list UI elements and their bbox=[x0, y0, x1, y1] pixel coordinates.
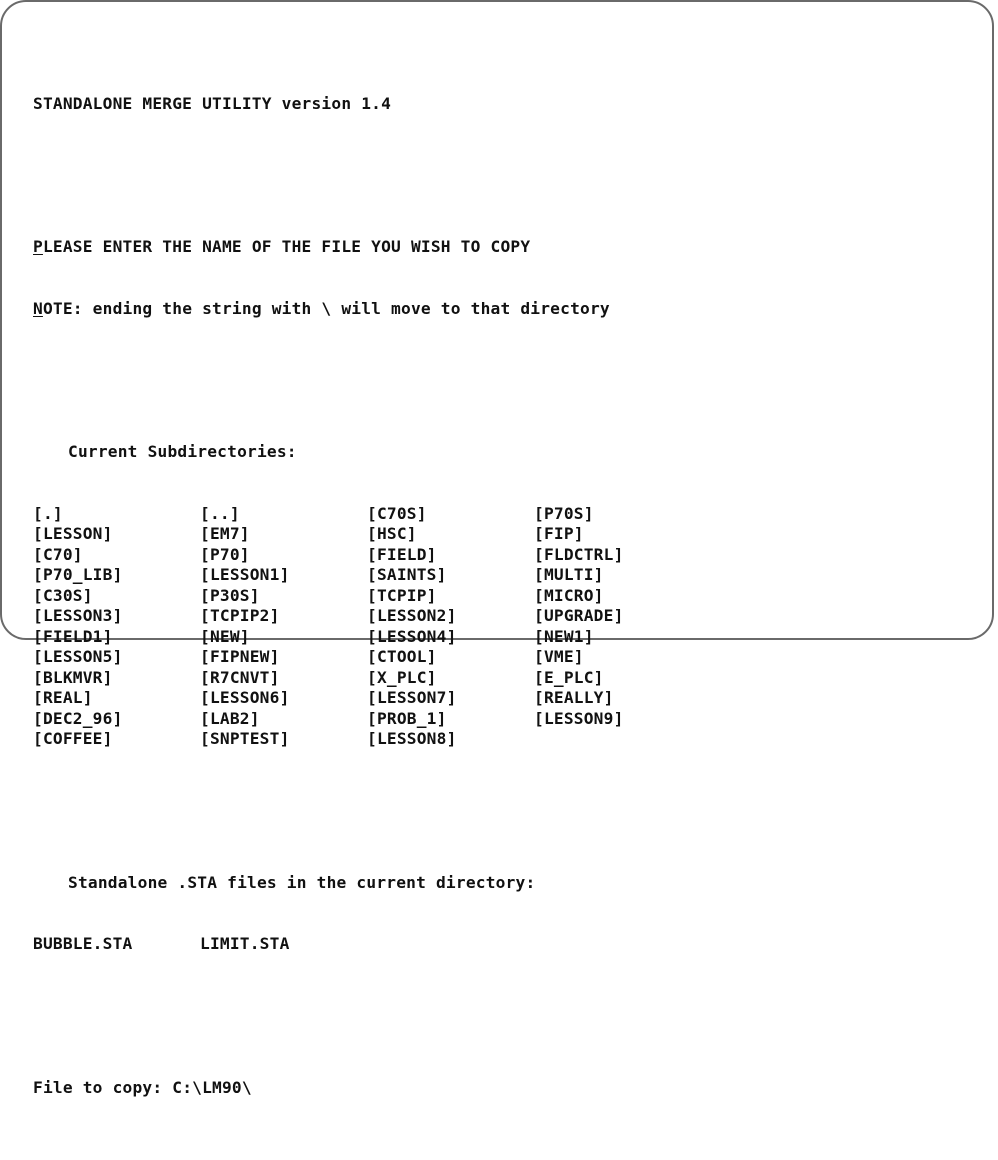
subdirectory-item[interactable]: [LAB2] bbox=[200, 709, 367, 730]
subdirectory-list: [.] [..] [C70S] [P70S] [LESSON] [EM7] [HSC] [FI… bbox=[33, 504, 701, 750]
subdirectory-item[interactable]: [DEC2_96] bbox=[33, 709, 200, 730]
prompt-line-2-rest: OTE: ending the string with \ will move … bbox=[42, 298, 610, 318]
subdirectory-item[interactable]: [FIP] bbox=[534, 524, 701, 545]
sta-file-item[interactable]: LIMIT.STA bbox=[200, 934, 367, 955]
subdirectory-item[interactable]: [HSC] bbox=[367, 524, 534, 545]
file-input-line: File to copy: C:\LM90\ bbox=[33, 1078, 701, 1099]
subdirectory-item[interactable]: [TCPIP2] bbox=[200, 606, 367, 627]
subdirectory-item[interactable]: [LESSON] bbox=[33, 524, 200, 545]
subdirectory-item[interactable]: [MICRO] bbox=[534, 586, 701, 607]
subdirectory-item[interactable]: [X_PLC] bbox=[367, 668, 534, 689]
subdirectory-item[interactable]: [UPGRADE] bbox=[534, 606, 701, 627]
subdirectory-item[interactable]: [LESSON9] bbox=[534, 709, 701, 730]
subdirectory-item[interactable]: [C70] bbox=[33, 545, 200, 566]
prompt-line-2-first-char: N bbox=[33, 298, 43, 318]
subdirectory-item[interactable]: [LESSON2] bbox=[367, 606, 534, 627]
subdirectory-item[interactable]: [E_PLC] bbox=[534, 668, 701, 689]
sta-file-list: BUBBLE.STA LIMIT.STA bbox=[33, 934, 701, 955]
subdirectory-item[interactable]: [PROB_1] bbox=[367, 709, 534, 730]
console-output: STANDALONE MERGE UTILITY version 1.4 PLE… bbox=[33, 32, 701, 1160]
subdirectory-item[interactable]: [.] bbox=[33, 504, 200, 525]
subdirectory-item[interactable]: [..] bbox=[200, 504, 367, 525]
subdirectory-item[interactable]: [R7CNVT] bbox=[200, 668, 367, 689]
subdirectory-item[interactable]: [REAL] bbox=[33, 688, 200, 709]
subdirectories-heading: Current Subdirectories: bbox=[68, 442, 297, 461]
subdirectory-item[interactable]: [SNPTEST] bbox=[200, 729, 367, 750]
subdirectory-item[interactable]: [REALLY] bbox=[534, 688, 701, 709]
subdirectory-item[interactable]: [P70] bbox=[200, 545, 367, 566]
subdirectory-item[interactable]: [FIELD] bbox=[367, 545, 534, 566]
subdirectory-item[interactable]: [LESSON3] bbox=[33, 606, 200, 627]
subdirectory-item[interactable]: [COFFEE] bbox=[33, 729, 200, 750]
sta-files-heading: Standalone .STA files in the current dir… bbox=[68, 872, 536, 892]
sta-file-item[interactable]: BUBBLE.STA bbox=[33, 934, 200, 955]
subdirectory-item[interactable]: [CTOOL] bbox=[367, 647, 534, 668]
subdirectory-item[interactable]: [LESSON1] bbox=[200, 565, 367, 586]
dos-screen: STANDALONE MERGE UTILITY version 1.4 PLE… bbox=[0, 0, 994, 1097]
subdirectory-item[interactable]: [EM7] bbox=[200, 524, 367, 545]
subdirectory-item[interactable]: [VME] bbox=[534, 647, 701, 668]
prompt-line-1: PLEASE ENTER THE NAME OF THE FILE YOU WI… bbox=[33, 237, 701, 258]
subdirectory-item[interactable]: [LESSON8] bbox=[367, 729, 534, 750]
subdirectory-item[interactable]: [MULTI] bbox=[534, 565, 701, 586]
subdirectory-item[interactable]: [FLDCTRL] bbox=[534, 545, 701, 566]
subdirectory-item[interactable]: [C30S] bbox=[33, 586, 200, 607]
subdirectory-item[interactable]: [P70S] bbox=[534, 504, 701, 525]
subdirectory-item[interactable]: [FIPNEW] bbox=[200, 647, 367, 668]
file-input-label: File to copy: bbox=[33, 1077, 173, 1097]
subdirectory-item[interactable]: [C70S] bbox=[367, 504, 534, 525]
subdirectory-item[interactable]: [SAINTS] bbox=[367, 565, 534, 586]
subdirectory-item[interactable]: [LESSON7] bbox=[367, 688, 534, 709]
subdirectory-item[interactable]: [P70_LIB] bbox=[33, 565, 200, 586]
subdirectory-item[interactable]: [LESSON5] bbox=[33, 647, 200, 668]
file-input-value[interactable]: C:\LM90\ bbox=[172, 1078, 252, 1097]
subdirectory-item[interactable]: [TCPIP] bbox=[367, 586, 534, 607]
prompt-line-2: NOTE: ending the string with \ will move… bbox=[33, 299, 701, 320]
prompt-line-1-first-char: P bbox=[33, 237, 43, 256]
subdirectory-item[interactable]: [BLKMVR] bbox=[33, 668, 200, 689]
app-title: STANDALONE MERGE UTILITY version 1.4 bbox=[33, 93, 392, 113]
prompt-line-1-rest: LEASE ENTER THE NAME OF THE FILE YOU WIS… bbox=[42, 237, 531, 256]
subdirectory-item[interactable]: [LESSON6] bbox=[200, 688, 367, 709]
subdirectory-item[interactable]: [P30S] bbox=[200, 586, 367, 607]
